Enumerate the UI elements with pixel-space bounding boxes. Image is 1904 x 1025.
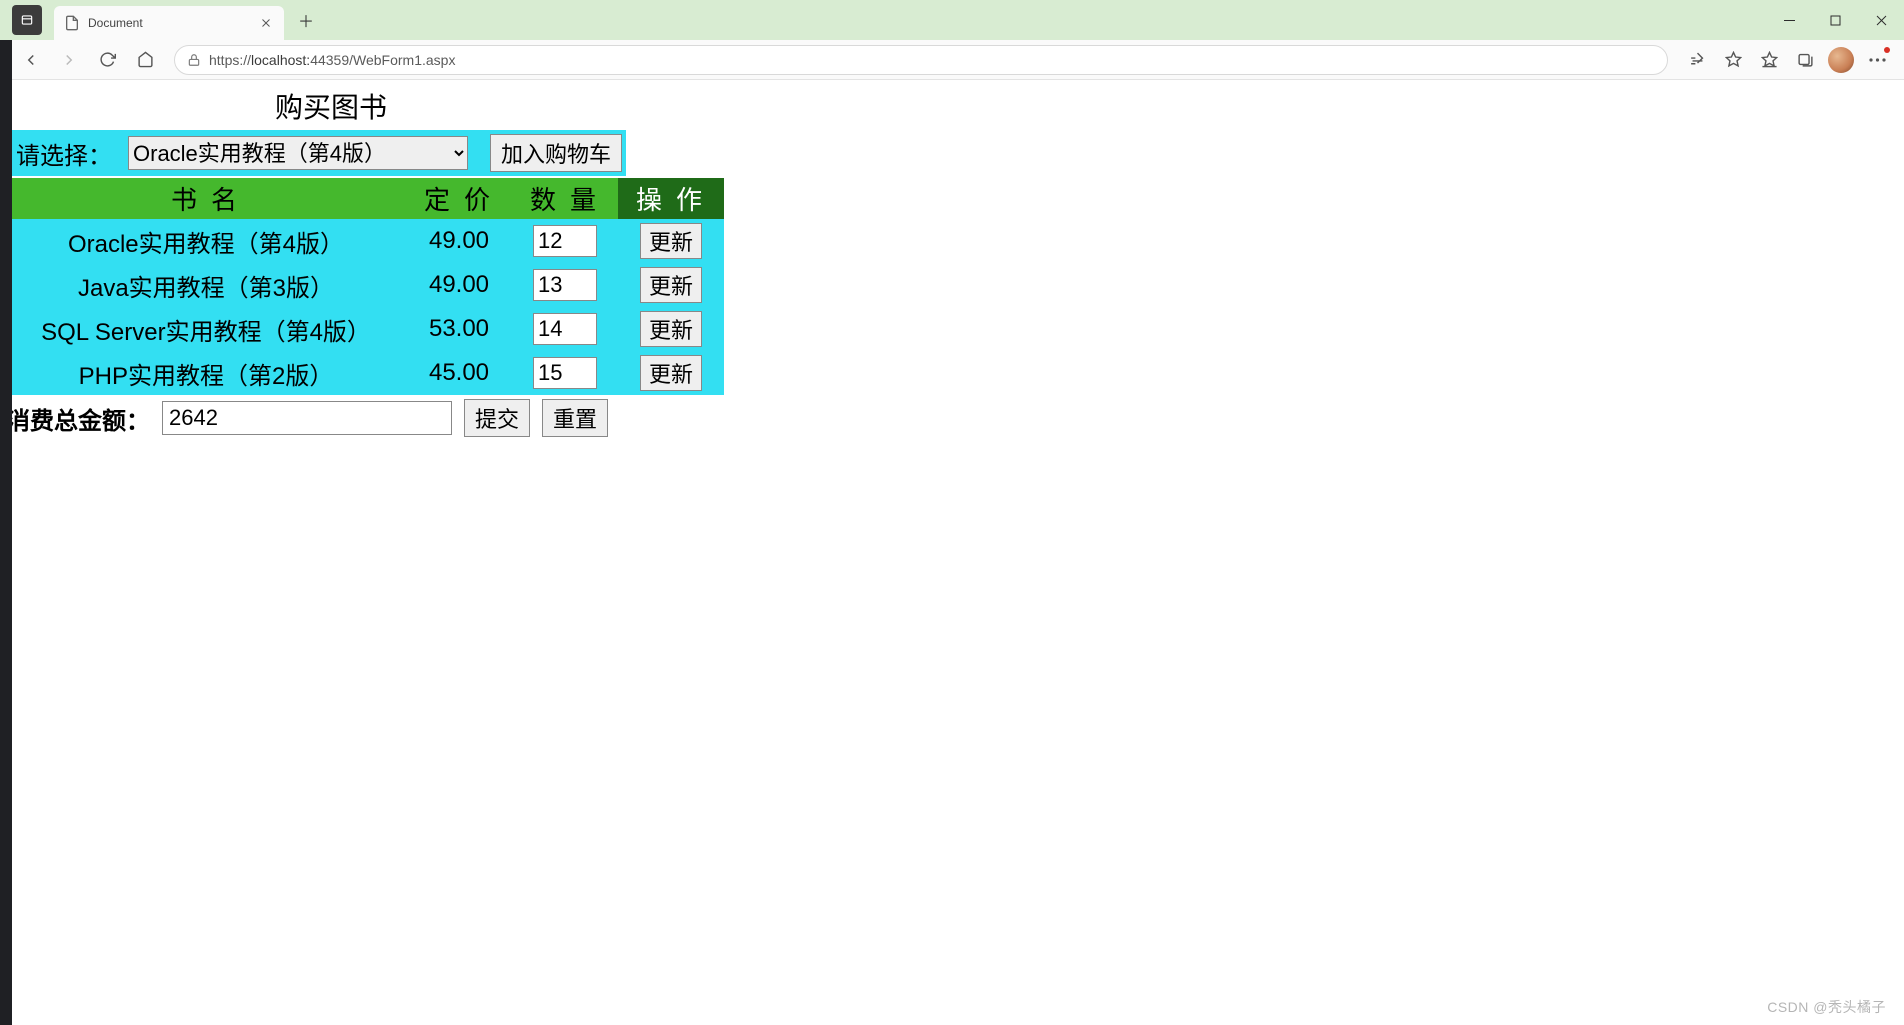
qty-input[interactable] — [533, 357, 597, 389]
table-row: Java实用教程（第3版） 49.00 更新 — [6, 263, 724, 307]
cell-price: 45.00 — [406, 351, 512, 395]
update-button[interactable]: 更新 — [640, 267, 702, 303]
browser-tab[interactable]: Document — [54, 6, 284, 40]
selection-row: 请选择： Oracle实用教程（第4版） 加入购物车 — [6, 130, 626, 176]
cell-price: 53.00 — [406, 307, 512, 351]
favorites-list-button[interactable] — [1752, 43, 1786, 77]
col-header-name: 书名 — [6, 178, 406, 219]
menu-button[interactable] — [1860, 43, 1894, 77]
cell-name: Oracle实用教程（第4版） — [6, 219, 406, 263]
tab-title: Document — [88, 16, 250, 30]
url-prefix: https:// — [209, 52, 251, 68]
col-header-price: 定价 — [406, 178, 512, 219]
new-tab-button[interactable]: ＋ — [292, 6, 320, 34]
col-header-op: 操作 — [618, 178, 724, 219]
collections-button[interactable] — [1788, 43, 1822, 77]
submit-button[interactable]: 提交 — [464, 399, 530, 437]
window-minimize-button[interactable] — [1766, 0, 1812, 40]
table-header-row: 书名 定价 数量 操作 — [6, 178, 724, 219]
cell-op: 更新 — [618, 263, 724, 307]
nav-forward-button[interactable] — [52, 43, 86, 77]
window-controls — [1766, 0, 1904, 40]
qty-input[interactable] — [533, 313, 597, 345]
cell-qty — [512, 219, 618, 263]
update-button[interactable]: 更新 — [640, 355, 702, 391]
cell-price: 49.00 — [406, 263, 512, 307]
reset-button[interactable]: 重置 — [542, 399, 608, 437]
cart-table: 书名 定价 数量 操作 Oracle实用教程（第4版） 49.00 更新 Jav… — [6, 178, 724, 395]
browser-titlebar: Document ＋ — [0, 0, 1904, 40]
cell-qty — [512, 263, 618, 307]
qty-input[interactable] — [533, 269, 597, 301]
nav-refresh-button[interactable] — [90, 43, 124, 77]
total-input[interactable] — [162, 401, 452, 435]
total-row: 消费总金额： 提交 重置 — [6, 399, 1898, 437]
qty-input[interactable] — [533, 225, 597, 257]
table-row: PHP实用教程（第2版） 45.00 更新 — [6, 351, 724, 395]
table-row: SQL Server实用教程（第4版） 53.00 更新 — [6, 307, 724, 351]
page-title: 购买图书 — [6, 86, 656, 126]
tab-actions-button[interactable] — [12, 5, 42, 35]
select-label: 请选择： — [10, 136, 118, 171]
os-taskbar-left — [0, 0, 12, 1025]
nav-back-button[interactable] — [14, 43, 48, 77]
lock-icon — [187, 53, 201, 67]
window-close-button[interactable] — [1858, 0, 1904, 40]
cell-name: PHP实用教程（第2版） — [6, 351, 406, 395]
nav-home-button[interactable] — [128, 43, 162, 77]
cell-price: 49.00 — [406, 219, 512, 263]
cell-name: SQL Server实用教程（第4版） — [6, 307, 406, 351]
total-label: 消费总金额： — [6, 401, 150, 436]
tab-close-icon[interactable] — [258, 15, 274, 31]
browser-toolbar: https://localhost:44359/WebForm1.aspx — [0, 40, 1904, 80]
cell-qty — [512, 351, 618, 395]
cell-op: 更新 — [618, 351, 724, 395]
table-row: Oracle实用教程（第4版） 49.00 更新 — [6, 219, 724, 263]
add-to-cart-button[interactable]: 加入购物车 — [490, 134, 622, 172]
watermark: CSDN @秃头橘子 — [1767, 997, 1886, 1017]
url-port: 44359 — [310, 52, 349, 68]
update-button[interactable]: 更新 — [640, 223, 702, 259]
cell-op: 更新 — [618, 219, 724, 263]
cell-name: Java实用教程（第3版） — [6, 263, 406, 307]
col-header-qty: 数量 — [512, 178, 618, 219]
address-bar[interactable]: https://localhost:44359/WebForm1.aspx — [174, 45, 1668, 75]
url-host: localhost: — [251, 52, 310, 68]
cell-qty — [512, 307, 618, 351]
update-button[interactable]: 更新 — [640, 311, 702, 347]
favorite-button[interactable] — [1716, 43, 1750, 77]
cell-op: 更新 — [618, 307, 724, 351]
profile-avatar[interactable] — [1828, 47, 1854, 73]
url-path: /WebForm1.aspx — [349, 52, 455, 68]
read-aloud-button[interactable] — [1680, 43, 1714, 77]
page-content: 购买图书 请选择： Oracle实用教程（第4版） 加入购物车 书名 定价 数量… — [0, 80, 1904, 443]
book-select[interactable]: Oracle实用教程（第4版） — [128, 136, 468, 170]
page-icon — [64, 15, 80, 31]
window-maximize-button[interactable] — [1812, 0, 1858, 40]
url-text: https://localhost:44359/WebForm1.aspx — [209, 52, 455, 68]
